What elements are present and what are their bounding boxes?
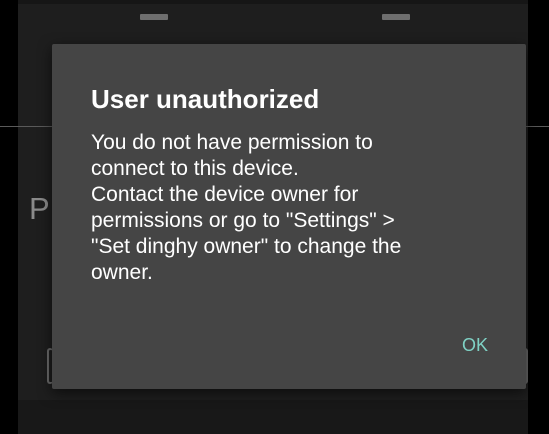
dialog-message-line: "Set dinghy owner" to change the <box>91 235 402 258</box>
screen: P User unauthorized You do not have perm… <box>0 0 549 434</box>
background-label-fragment: P <box>29 191 50 226</box>
dialog-message: You do not have permission to connect to… <box>91 130 486 286</box>
dialog-message-line: You do not have permission to <box>91 131 373 154</box>
background-divider-right <box>526 126 549 127</box>
background-indicator-right <box>382 14 410 20</box>
background-divider-left <box>0 126 52 127</box>
dialog-message-line: Contact the device owner for <box>91 183 359 206</box>
background-top-edge <box>18 0 528 4</box>
background-bottom-bar <box>18 400 528 434</box>
dialog-title: User unauthorized <box>91 84 320 114</box>
ok-button[interactable]: OK <box>462 334 488 356</box>
dialog-message-line: owner. <box>91 261 153 284</box>
dialog-message-line: permissions or go to "Settings" > <box>91 209 395 232</box>
background-indicator-left <box>140 14 168 20</box>
unauthorized-dialog: User unauthorized You do not have permis… <box>52 44 526 389</box>
dialog-message-line: connect to this device. <box>91 157 299 180</box>
